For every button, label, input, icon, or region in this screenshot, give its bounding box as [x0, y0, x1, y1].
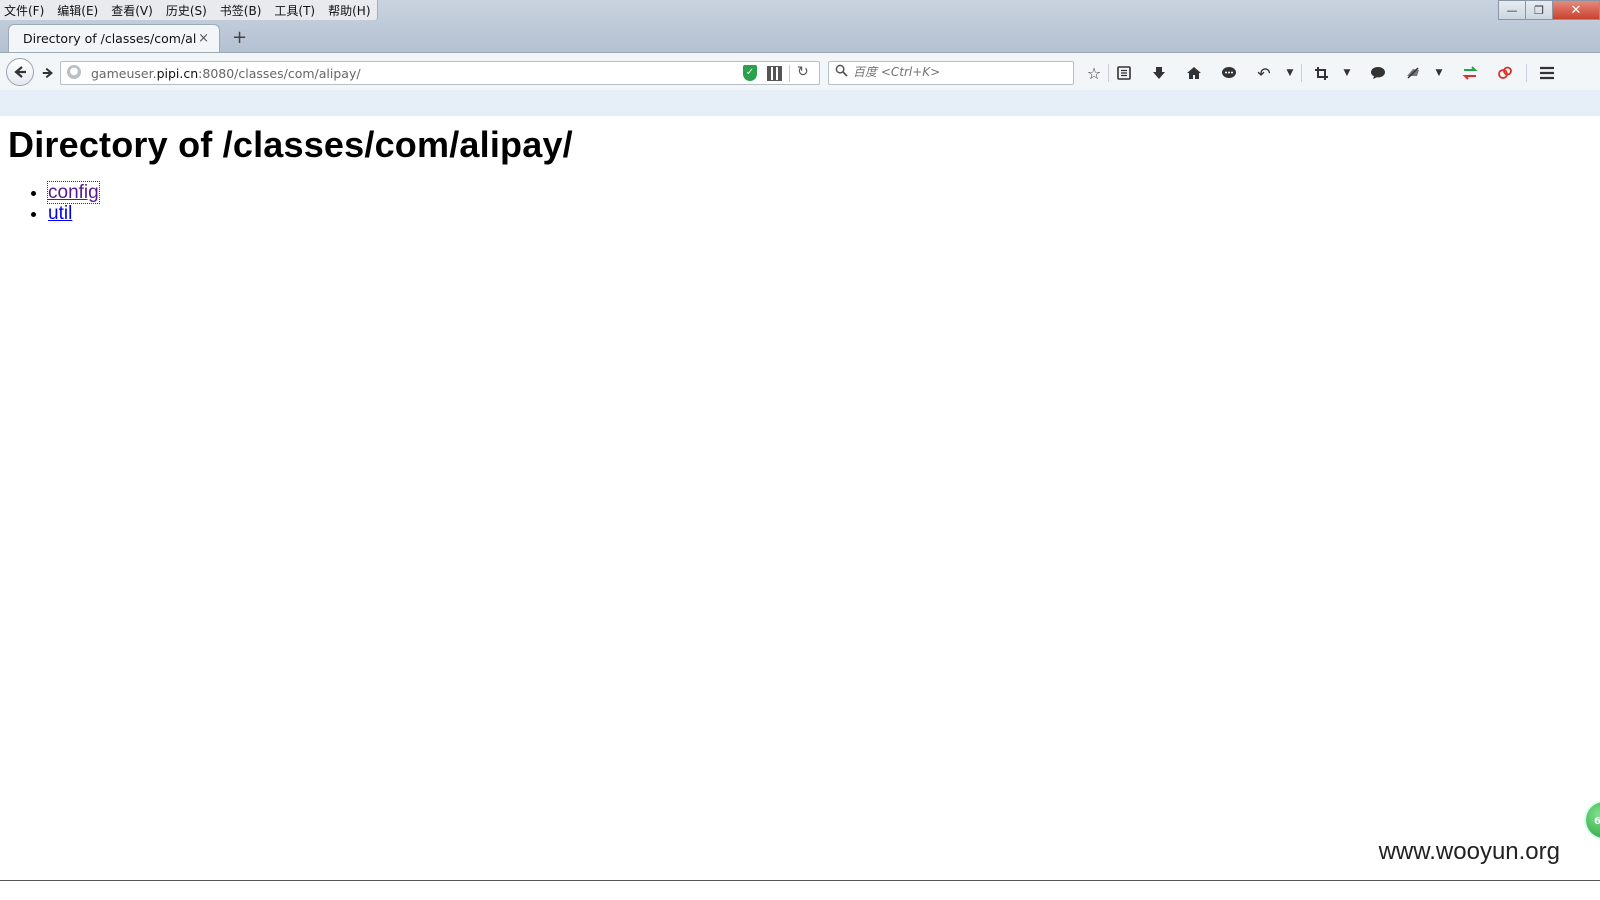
- reading-list-icon[interactable]: [1112, 62, 1136, 84]
- qr-code-icon[interactable]: [767, 66, 782, 81]
- address-bar[interactable]: ● gameuser.pipi.cn:8080/classes/com/alip…: [60, 61, 820, 85]
- dir-link-config[interactable]: config: [47, 181, 100, 204]
- menu-file[interactable]: 文件(F): [4, 2, 44, 19]
- restore-button[interactable]: ❐: [1525, 0, 1553, 20]
- toolbar-divider: [1108, 64, 1109, 82]
- navigation-toolbar: ● gameuser.pipi.cn:8080/classes/com/alip…: [0, 52, 1600, 91]
- menu-bar: 文件(F) 编辑(E) 查看(V) 历史(S) 书签(B) 工具(T) 帮助(H…: [0, 0, 378, 20]
- toolbar-divider: [1526, 64, 1527, 82]
- title-bar: 文件(F) 编辑(E) 查看(V) 历史(S) 书签(B) 工具(T) 帮助(H…: [0, 0, 1600, 52]
- back-arrow-icon[interactable]: [6, 58, 34, 86]
- bookmarks-toolbar: [0, 90, 1600, 117]
- search-bar[interactable]: [828, 61, 1074, 85]
- hamburger-menu-icon[interactable]: [1535, 62, 1559, 84]
- chat-icon[interactable]: [1217, 62, 1241, 84]
- close-window-button[interactable]: ✕: [1552, 0, 1600, 20]
- page-content: Directory of /classes/com/alipay/ config…: [0, 116, 1600, 900]
- security-shield-icon[interactable]: ✓: [743, 65, 757, 81]
- tab-close-icon[interactable]: ×: [198, 31, 209, 46]
- adblock-dropdown-icon[interactable]: ▼: [1433, 62, 1445, 84]
- site-info-icon[interactable]: ●: [67, 65, 81, 79]
- adblock-icon[interactable]: [1401, 62, 1425, 84]
- menu-bookmarks[interactable]: 书签(B): [220, 2, 262, 19]
- forward-arrow-icon[interactable]: [36, 62, 60, 84]
- screenshot-crop-icon[interactable]: [1309, 62, 1333, 84]
- tab-title: Directory of /classes/com/al...: [23, 31, 197, 46]
- sync-arrows-icon[interactable]: [1458, 62, 1482, 84]
- window-controls: — ❐ ✕: [1498, 0, 1600, 20]
- toolbar-divider: [1301, 64, 1302, 82]
- undo-close-tab-icon[interactable]: ↶: [1252, 62, 1276, 84]
- screenshot-dropdown-icon[interactable]: ▼: [1341, 62, 1353, 84]
- bottom-divider: [0, 880, 1600, 881]
- menu-view[interactable]: 查看(V): [111, 2, 153, 19]
- search-input[interactable]: [853, 65, 1063, 79]
- minimize-button[interactable]: —: [1498, 0, 1526, 20]
- url-text[interactable]: gameuser.pipi.cn:8080/classes/com/alipay…: [91, 66, 361, 81]
- undo-dropdown-icon[interactable]: ▼: [1284, 62, 1296, 84]
- new-tab-icon[interactable]: +: [232, 29, 247, 47]
- search-icon: [835, 64, 848, 81]
- bookmark-star-icon[interactable]: ☆: [1082, 62, 1106, 84]
- page-heading: Directory of /classes/com/alipay/: [8, 124, 573, 165]
- menu-edit[interactable]: 编辑(E): [57, 2, 98, 19]
- menu-history[interactable]: 历史(S): [166, 2, 207, 19]
- link-rings-icon[interactable]: [1493, 62, 1517, 84]
- url-divider: [789, 65, 790, 82]
- menu-tools[interactable]: 工具(T): [274, 2, 315, 19]
- reload-icon[interactable]: ↻: [797, 64, 809, 80]
- watermark: www.wooyun.org: [1378, 838, 1560, 865]
- comment-bubble-icon[interactable]: [1366, 62, 1390, 84]
- download-icon[interactable]: [1147, 62, 1171, 84]
- menu-help[interactable]: 帮助(H): [328, 2, 370, 19]
- active-tab[interactable]: Directory of /classes/com/al... ×: [8, 24, 220, 52]
- home-icon[interactable]: [1182, 62, 1206, 84]
- list-item: util: [48, 203, 99, 224]
- list-item: config: [47, 181, 100, 204]
- directory-list: config util: [8, 181, 100, 224]
- dir-link-util[interactable]: util: [48, 203, 72, 224]
